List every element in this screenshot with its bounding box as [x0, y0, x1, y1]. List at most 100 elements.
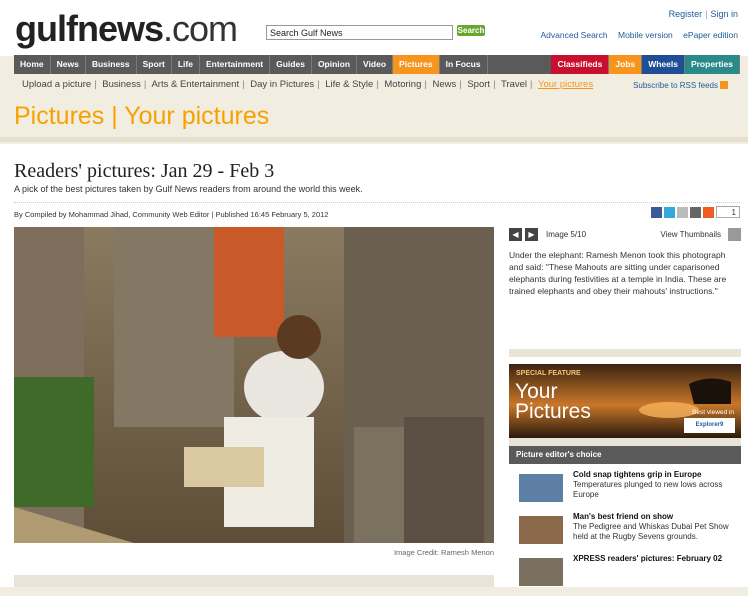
thumbnail-image[interactable]: [519, 558, 563, 586]
subnav-separator: |: [94, 79, 97, 90]
gallery-photo[interactable]: [14, 227, 494, 543]
subnav-upload[interactable]: Upload a picture: [22, 79, 91, 90]
nav-item-home[interactable]: Home: [14, 55, 51, 74]
subnav-day-in-pictures[interactable]: Day in Pictures: [250, 79, 314, 90]
logo-main-text: gulfnews: [15, 8, 164, 49]
nav-item-opinion[interactable]: Opinion: [312, 55, 358, 74]
subnav-separator: |: [376, 79, 379, 90]
picture-editors-choice-heading: Picture editor's choice: [509, 446, 741, 464]
article-byline: By Compiled by Mohammad Jihad, Community…: [14, 210, 329, 219]
nav-item-properties[interactable]: Properties: [684, 55, 740, 74]
subnav-arts[interactable]: Arts & Entertainment: [151, 79, 239, 90]
promo-label: SPECIAL FEATURE: [516, 370, 581, 377]
epaper-link[interactable]: ePaper edition: [683, 30, 738, 40]
subnav-travel[interactable]: Travel: [501, 79, 527, 90]
nav-item-wheels[interactable]: Wheels: [642, 55, 685, 74]
nav-item-jobs[interactable]: Jobs: [609, 55, 643, 74]
site-header: gulfnews.com Search Register|Sign in Adv…: [0, 0, 748, 56]
rss-link[interactable]: Subscribe to RSS feeds: [633, 81, 718, 90]
twitter-icon[interactable]: [664, 206, 675, 218]
signin-link[interactable]: Sign in: [710, 9, 738, 19]
nav-item-news[interactable]: News: [51, 55, 86, 74]
plus-share-icon[interactable]: [703, 206, 714, 218]
gallery-pager: ◀ ▶ Image 5/10 View Thumbnails: [509, 227, 741, 241]
elephant-photo-image: [14, 227, 494, 543]
list-item-title[interactable]: Man's best friend on show: [573, 512, 741, 522]
subnav-separator: |: [530, 79, 533, 90]
nav-item-entertainment[interactable]: Entertainment: [200, 55, 271, 74]
image-counter: Image 5/10: [546, 229, 587, 239]
subnav-sport[interactable]: Sport: [467, 79, 490, 90]
thumbnail-image[interactable]: [519, 516, 563, 544]
nav-item-in-focus[interactable]: In Focus: [440, 55, 488, 74]
nav-item-sport[interactable]: Sport: [137, 55, 172, 74]
your-pictures-promo[interactable]: SPECIAL FEATURE Your Pictures Best viewed…: [509, 364, 741, 438]
list-item[interactable]: Man's best friend on show The Pedigree an…: [509, 512, 741, 548]
subnav-separator: |: [459, 79, 462, 90]
image-credit: Image Credit: Ramesh Menon: [393, 548, 494, 557]
subnav-separator: |: [242, 79, 245, 90]
account-links: Register | Sign in: [669, 9, 738, 19]
subnav-separator: |: [493, 79, 496, 90]
list-item[interactable]: Cold snap tightens grip in Europe Tempera…: [509, 470, 741, 506]
register-link[interactable]: Register: [669, 9, 703, 19]
list-item-text: XPRESS readers' pictures: February 02: [573, 554, 722, 590]
subnav-separator: |: [143, 79, 147, 90]
subnav-separator: |: [317, 79, 320, 90]
nav-item-pictures[interactable]: Pictures: [393, 55, 440, 74]
site-logo[interactable]: gulfnews.com: [15, 8, 238, 50]
thumbnail-image[interactable]: [519, 474, 563, 502]
article-title: Readers' pictures: Jan 29 - Feb 3: [14, 160, 275, 182]
nav-item-life[interactable]: Life: [172, 55, 200, 74]
share-tools: 1: [651, 206, 740, 218]
promo-title: Your Pictures: [515, 381, 591, 423]
account-links-separator: |: [705, 9, 708, 19]
promo-title-line2: Pictures: [515, 400, 591, 423]
list-item-title[interactable]: Cold snap tightens grip in Europe: [573, 470, 741, 480]
subnav-news[interactable]: News: [432, 79, 456, 90]
main-nav: Home News Business Sport Life Entertainm…: [14, 55, 740, 74]
mobile-version-link[interactable]: Mobile version: [618, 30, 673, 40]
facebook-icon[interactable]: [651, 206, 662, 218]
search-input[interactable]: [266, 25, 453, 40]
list-item-title[interactable]: XPRESS readers' pictures: February 02: [573, 554, 722, 564]
prev-arrow-icon[interactable]: ◀: [509, 227, 522, 241]
rss-icon[interactable]: [720, 81, 728, 89]
divider: [14, 202, 740, 203]
list-item-text: Man's best friend on show The Pedigree an…: [573, 512, 741, 548]
next-arrow-icon[interactable]: ▶: [525, 227, 538, 241]
list-item-text: Cold snap tightens grip in Europe Tempera…: [573, 470, 741, 506]
sidebar-spacer: [509, 349, 741, 357]
nav-item-guides[interactable]: Guides: [270, 55, 312, 74]
content-bottom-bar: [14, 575, 494, 587]
photo-caption: Under the elephant: Ramesh Menon took th…: [509, 250, 727, 296]
subnav-separator: |: [424, 79, 427, 90]
article-subtitle: A pick of the best pictures taken by Gul…: [14, 184, 363, 194]
gallery-sidebar: ◀ ▶ Image 5/10 View Thumbnails Under the…: [509, 227, 741, 297]
search-button[interactable]: Search: [457, 25, 485, 36]
utility-links: Advanced Search Mobile version ePaper ed…: [533, 30, 739, 40]
picture-editors-choice-list: Cold snap tightens grip in Europe Tempera…: [509, 470, 741, 596]
nav-item-classifieds[interactable]: Classifieds: [551, 55, 610, 74]
subnav-motoring[interactable]: Motoring: [384, 79, 421, 90]
subnav-business[interactable]: Business: [102, 79, 141, 90]
section-title: Pictures | Your pictures: [14, 102, 270, 130]
subnav-life-style[interactable]: Life & Style: [325, 79, 373, 90]
sidebar-spacer: [509, 438, 741, 446]
list-item[interactable]: XPRESS readers' pictures: February 02: [509, 554, 741, 590]
email-icon[interactable]: [677, 206, 688, 218]
advanced-search-link[interactable]: Advanced Search: [541, 30, 608, 40]
logo-suffix-text: .com: [163, 8, 238, 49]
share-count: 1: [716, 206, 740, 218]
thumbnails-grid-icon[interactable]: [728, 227, 741, 241]
main-content: Readers' pictures: Jan 29 - Feb 3 A pick…: [0, 144, 748, 587]
best-viewed-text: Best viewed in: [692, 409, 734, 416]
list-item-desc: The Pedigree and Whiskas Dubai Pet Show …: [573, 522, 729, 541]
list-item-desc: Temperatures plunged to new lows across …: [573, 480, 723, 499]
nav-item-video[interactable]: Video: [357, 55, 394, 74]
nav-item-business[interactable]: Business: [86, 55, 137, 74]
print-icon[interactable]: [690, 206, 701, 218]
subnav-your-pictures[interactable]: Your pictures: [538, 79, 593, 90]
view-thumbnails-link[interactable]: View Thumbnails: [660, 230, 721, 239]
